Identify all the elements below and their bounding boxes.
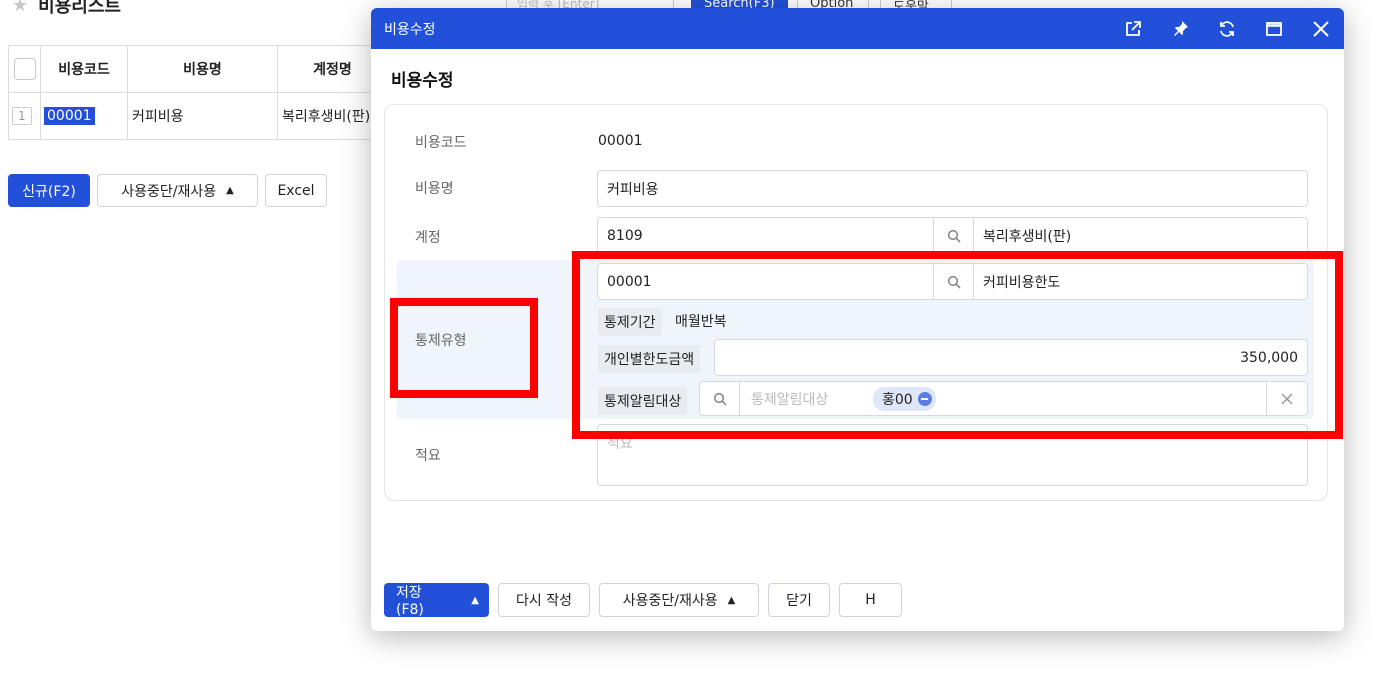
save-button-group[interactable]: 저장(F8) ▲ [384, 583, 489, 618]
caret-up-icon: ▲ [226, 185, 234, 196]
pin-icon[interactable] [1156, 8, 1203, 49]
modal-header-title: 비용수정 [384, 21, 436, 38]
list-action-bar: 신규(F2) 사용중단/재사용 ▲ Excel [8, 174, 327, 207]
new-button[interactable]: 신규(F2) [8, 174, 90, 207]
table-row[interactable]: 1 00001 커피비용 복리후생비(판) [8, 92, 388, 140]
stop-reuse-button[interactable]: 사용중단/재사용 ▲ [97, 174, 258, 207]
account-code-input[interactable]: 8109 [598, 218, 934, 253]
stop-reuse-label: 사용중단/재사용 [121, 183, 217, 200]
row-number: 1 [12, 107, 32, 125]
modal-header: 비용수정 [371, 8, 1344, 49]
close-icon[interactable] [1297, 8, 1344, 49]
refresh-icon[interactable] [1203, 8, 1250, 49]
excel-button[interactable]: Excel [265, 174, 327, 207]
select-all-checkbox[interactable] [13, 58, 36, 80]
account-name: 복리후생비(판) [983, 228, 1072, 245]
column-header-name[interactable]: 비용명 [127, 45, 278, 93]
account-field[interactable]: 8109 복리후생비(판) [597, 217, 1308, 254]
save-menu-caret-icon[interactable]: ▲ [461, 583, 489, 617]
h-button[interactable]: H [839, 583, 902, 617]
caret-up-icon: ▲ [727, 594, 736, 606]
modal-tools [1109, 8, 1344, 49]
memo-label: 적요 [415, 448, 441, 464]
save-button[interactable]: 저장(F8) [384, 583, 461, 618]
annotation-box-label [390, 298, 538, 398]
maximize-icon[interactable] [1250, 8, 1297, 49]
annotation-box-fields [572, 251, 1343, 439]
code-value: 00001 [598, 133, 643, 149]
rewrite-button[interactable]: 다시 작성 [498, 583, 590, 617]
name-cell: 커피비용 [127, 92, 278, 140]
modal-title: 비용수정 [391, 71, 454, 91]
list-page-title: 비용리스트 [38, 0, 121, 17]
stop-reuse-label: 사용중단/재사용 [622, 593, 718, 609]
favorite-star-icon[interactable]: ★ [12, 0, 28, 16]
cost-code-link[interactable]: 00001 [44, 107, 95, 125]
list-page-header: ★ 비용리스트 [12, 0, 121, 18]
name-label: 비용명 [415, 181, 454, 197]
code-cell[interactable]: 00001 [40, 92, 128, 140]
name-input[interactable]: 커피비용 [597, 170, 1308, 207]
select-all-cell[interactable] [8, 45, 41, 93]
code-label: 비용코드 [415, 135, 467, 151]
cost-list-table: 비용코드 비용명 계정명 1 00001 커피비용 복리후생비(판) [8, 45, 388, 140]
modal-footer: 저장(F8) ▲ 다시 작성 사용중단/재사용 ▲ 닫기 H [384, 583, 902, 618]
stop-reuse-button[interactable]: 사용중단/재사용 ▲ [599, 583, 759, 617]
search-icon[interactable] [934, 218, 974, 253]
close-button[interactable]: 닫기 [768, 583, 830, 617]
popout-icon[interactable] [1109, 8, 1156, 49]
column-header-code[interactable]: 비용코드 [40, 45, 128, 93]
row-number-cell: 1 [8, 92, 41, 140]
account-label: 계정 [415, 230, 441, 246]
